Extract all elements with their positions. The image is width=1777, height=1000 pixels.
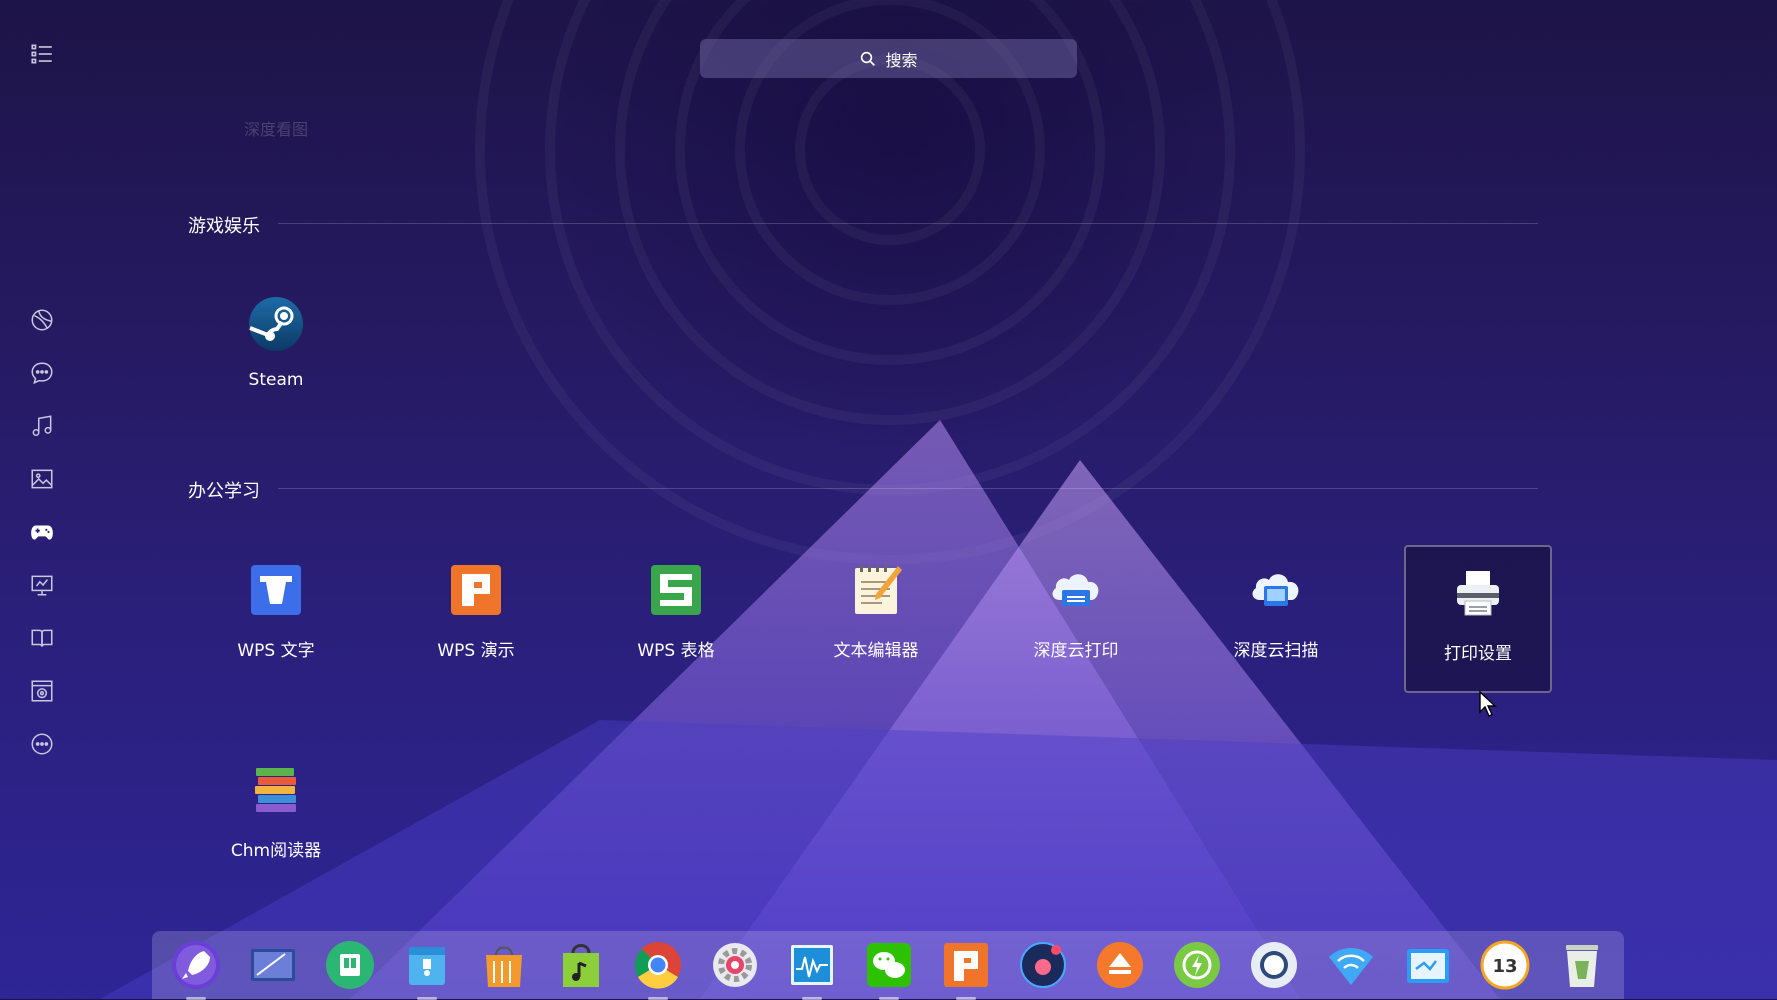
dock-settings[interactable] [709,939,761,991]
category-games[interactable] [26,516,58,548]
wps-spreadsheet-icon [651,565,701,615]
dock-system-monitor[interactable] [786,939,838,1000]
category-music[interactable] [26,410,58,442]
clock-icon: 13 [1480,940,1530,990]
app-deepin-cloud-print[interactable]: 深度云打印 [1002,544,1150,692]
others-icon [31,733,53,755]
search-box[interactable]: 搜索 [700,39,1077,78]
dock-music-player[interactable] [555,939,607,991]
wifi-icon [1329,948,1373,985]
clock-text: 13 [1492,956,1517,977]
dock-capture[interactable] [1248,939,1300,991]
chat-icon [31,362,53,385]
app-label: 文本编辑器 [833,641,919,661]
dock-launcher[interactable] [170,939,222,1000]
dock-wps-presentation[interactable] [940,939,992,1000]
app-store-icon [486,946,522,987]
app-label: 深度云扫描 [1233,641,1319,661]
section-title-office: 办公学习 [188,481,260,502]
category-office[interactable] [26,569,58,601]
app-print-settings[interactable]: 打印设置 [1404,545,1552,693]
dock-app-store[interactable] [478,939,530,991]
settings-icon [713,943,757,987]
category-internet[interactable] [26,304,58,336]
app-label: 打印设置 [1444,644,1512,664]
capture-icon [1251,942,1297,988]
app-deepin-cloud-scan[interactable]: 深度云扫描 [1202,544,1350,692]
internet-icon [31,309,53,331]
music-player-icon [563,944,599,987]
dock-clock[interactable]: 13 [1479,939,1531,991]
section-divider [278,488,1538,489]
dock-file-manager[interactable] [324,939,376,991]
category-system[interactable] [26,675,58,707]
wps-writer-icon [251,565,301,615]
dock-wifi[interactable] [1325,939,1377,991]
dock-trash[interactable] [1556,939,1608,991]
wps-presentation-icon [451,565,501,615]
search-icon [861,51,876,66]
multitask-view-icon [251,949,295,981]
dock: 13 [152,931,1624,1000]
text-editor-icon [855,565,902,614]
app-wps-presentation[interactable]: WPS 演示 [402,544,550,692]
chm-reader-icon [255,768,296,812]
list-view-toggle[interactable] [26,38,58,70]
power-icon [1174,942,1220,988]
app-label: 深度云打印 [1033,641,1119,661]
camera-icon [1020,942,1066,988]
search-placeholder: 搜索 [885,50,918,70]
reading-icon [31,629,53,647]
gamepad-icon [31,525,53,540]
dock-multitask-view[interactable] [247,939,299,991]
app-label: WPS 文字 [237,641,315,661]
app-wps-writer[interactable]: WPS 文字 [202,544,350,692]
app-steam[interactable]: Steam [202,278,350,426]
app-wps-spreadsheet[interactable]: WPS 表格 [602,544,750,692]
wechat-icon [867,943,911,987]
dock-eject[interactable] [1094,939,1146,991]
section-divider [278,223,1538,224]
category-sidebar [22,0,62,999]
screenshot-icon [1407,949,1449,983]
faded-app-label: 深度看图 [244,120,309,139]
dock-file[interactable] [401,939,453,1000]
dock-power[interactable] [1171,939,1223,991]
app-text-editor[interactable]: 文本编辑器 [802,544,950,692]
category-others[interactable] [26,728,58,760]
file-icon [409,947,445,985]
dock-camera[interactable] [1017,939,1069,991]
system-icon [31,680,53,702]
category-chat[interactable] [26,357,58,389]
cloud-scan-icon [1252,574,1299,606]
section-title-games: 游戏娱乐 [188,216,260,237]
app-label: Chm阅读器 [230,841,322,861]
dock-chrome[interactable] [632,939,684,1000]
mouse-cursor-icon [1479,690,1497,717]
dock-screenshot[interactable] [1402,939,1454,991]
app-label: WPS 表格 [637,641,715,661]
music-icon [32,415,52,436]
chrome-icon [634,942,681,989]
image-icon [31,469,53,489]
trash-icon [1566,945,1598,987]
dock-wechat[interactable] [863,939,915,1000]
list-view-icon [31,44,52,64]
printer-icon [1457,571,1499,616]
category-image[interactable] [26,463,58,495]
app-label: Steam [248,370,304,390]
file-manager-icon [326,941,374,989]
office-icon [31,575,53,596]
app-label: WPS 演示 [437,641,515,661]
cloud-print-icon [1052,574,1099,606]
category-reading[interactable] [26,622,58,654]
wps-presentation-icon [944,943,988,987]
steam-icon [249,297,303,351]
app-chm-reader[interactable]: Chm阅读器 [202,744,350,892]
system-monitor-icon [791,945,833,985]
eject-icon [1097,942,1143,988]
launcher-icon [172,941,220,989]
